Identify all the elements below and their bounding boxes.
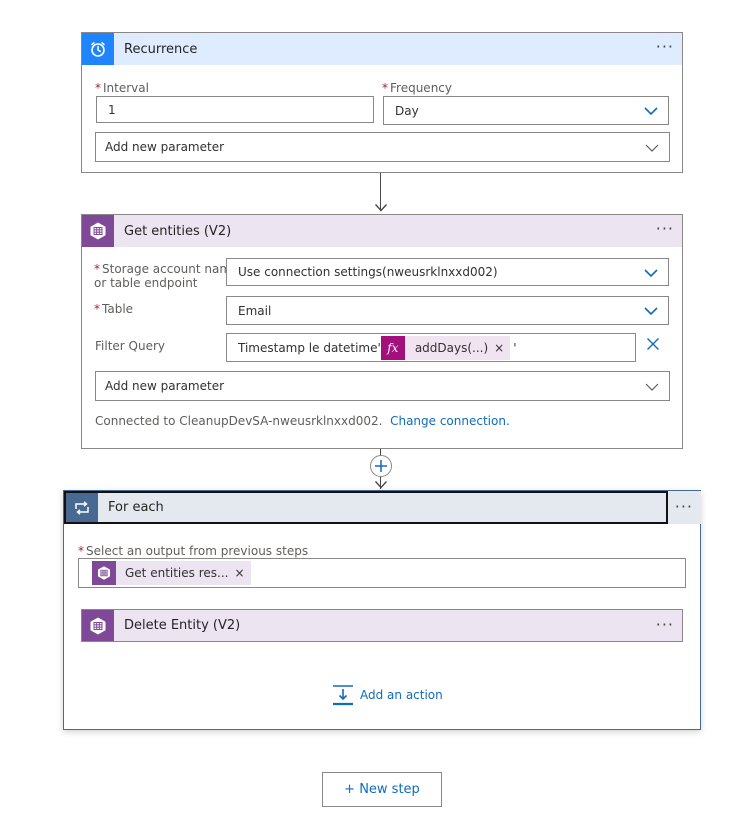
for-each-card: For each ··· * Select an output from prev… (63, 490, 701, 730)
for-each-more-button[interactable]: ··· (675, 497, 693, 517)
get-entities-title: Get entities (V2) (124, 223, 232, 239)
expression-token[interactable]: fx addDays(...) × (380, 335, 511, 360)
add-action-icon (333, 685, 353, 706)
new-step-button[interactable]: + New step (322, 772, 442, 807)
get-entities-add-parameter[interactable]: Add new parameter (95, 371, 670, 401)
delete-entity-card[interactable]: Delete Entity (V2) ··· (81, 609, 683, 642)
storage-account-select[interactable]: Use connection settings(nweusrklnxxd002) (226, 258, 669, 286)
recurrence-header[interactable]: Recurrence ··· (82, 33, 682, 65)
select-output-label: * Select an output from previous steps (78, 544, 309, 558)
plus-icon (375, 460, 387, 472)
get-entities-more-button[interactable]: ··· (656, 219, 674, 239)
alarm-clock-icon (91, 42, 105, 57)
change-connection-link[interactable]: Change connection. (390, 414, 510, 428)
output-token-label: Get entities res... (125, 566, 229, 580)
insert-step-button[interactable] (370, 455, 392, 477)
token-icon-box (92, 561, 116, 585)
recurrence-title: Recurrence (124, 41, 198, 57)
delete-entity-title: Delete Entity (V2) (124, 618, 241, 633)
expression-token-label: addDays(...) (414, 340, 489, 355)
arrow-down-icon (375, 481, 387, 489)
storage-account-label: * Storage account name or table endpoint (94, 262, 239, 290)
for-each-title: For each (108, 500, 164, 515)
fx-icon: fx (380, 335, 405, 360)
get-entities-card: Get entities (V2) ··· * Storage account n… (81, 214, 683, 449)
interval-input[interactable]: 1 (96, 96, 374, 123)
get-entities-icon-box (82, 215, 114, 247)
filter-query-input[interactable]: Timestamp le datetime' fx addDays(...) ×… (226, 333, 636, 362)
chevron-down-icon (645, 141, 659, 155)
chevron-down-icon (644, 266, 658, 280)
table-label: * Table (94, 302, 134, 316)
get-entities-header[interactable]: Get entities (V2) ··· (82, 215, 682, 247)
table-storage-icon (90, 222, 106, 240)
remove-token-button[interactable]: × (494, 341, 510, 355)
recurrence-icon-box (82, 33, 114, 65)
close-icon[interactable] (646, 337, 660, 351)
filter-query-label: Filter Query (95, 339, 166, 353)
arrow-down-icon (375, 204, 387, 212)
for-each-icon-box (66, 493, 98, 522)
remove-token-button[interactable]: × (234, 566, 250, 580)
chevron-down-icon (644, 104, 658, 118)
table-storage-icon (90, 617, 106, 634)
select-output-input[interactable]: Get entities res... × (78, 558, 686, 588)
for-each-more-area: ··· (668, 491, 701, 524)
add-action-button[interactable]: Add an action (332, 684, 443, 706)
frequency-label: * Frequency (382, 81, 452, 95)
frequency-select[interactable]: Day (383, 96, 669, 125)
interval-label: * Interval (95, 81, 149, 95)
table-storage-icon (98, 566, 110, 580)
for-each-header[interactable]: For each (64, 491, 668, 524)
chevron-down-icon (644, 304, 658, 318)
delete-entity-more-button[interactable]: ··· (656, 615, 674, 635)
chevron-down-icon (645, 380, 659, 394)
loop-icon (75, 500, 89, 515)
recurrence-card: Recurrence ··· * Interval 1 * Frequency Da… (81, 32, 683, 173)
connection-info: Connected to CleanupDevSA-nweusrklnxxd00… (95, 414, 510, 428)
recurrence-more-button[interactable]: ··· (656, 37, 674, 57)
recurrence-add-parameter[interactable]: Add new parameter (95, 132, 670, 162)
add-action-label: Add an action (360, 688, 443, 702)
delete-entity-icon-box (82, 610, 114, 641)
table-select[interactable]: Email (226, 296, 669, 325)
output-token[interactable]: Get entities res... × (92, 561, 251, 585)
